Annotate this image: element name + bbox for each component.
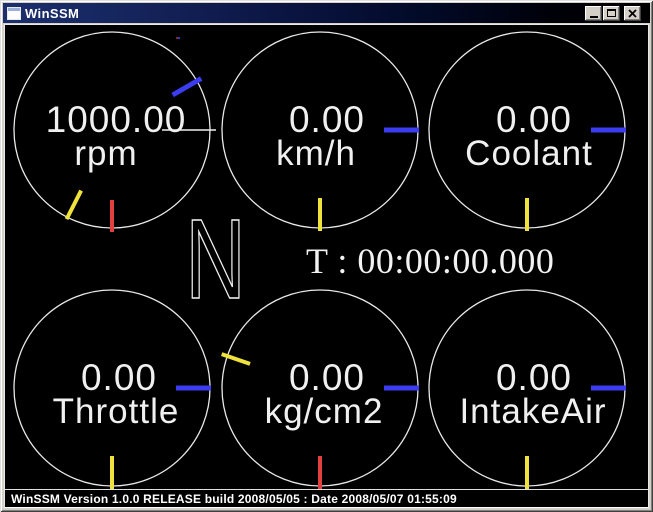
lap-timer: T : 00:00:00.000 (306, 240, 596, 282)
gauge-boost-dial: 0.00 kg/cm2 (214, 282, 426, 494)
gauge-throttle: 0.00 Throttle (6, 282, 218, 494)
minimize-button[interactable] (585, 6, 602, 21)
gauge-throttle-unit: Throttle (53, 392, 180, 431)
maximize-button[interactable] (603, 6, 620, 21)
app-icon[interactable] (7, 7, 21, 20)
winssm-window: WinSSM 1000.00 rpm 0.00 km/h (0, 0, 653, 512)
gauge-intakeair: 0.00 IntakeAir (421, 282, 633, 494)
maximize-icon (607, 9, 616, 17)
window-controls (585, 6, 641, 21)
gear-indicator-letter: N (185, 211, 245, 303)
gauge-speed-dial: 0.00 km/h (214, 24, 426, 236)
gauge-intakeair-unit: IntakeAir (459, 392, 606, 431)
gauge-coolant: 0.00 Coolant (421, 24, 633, 236)
status-bar: WinSSM Version 1.0.0 RELEASE build 2008/… (4, 489, 649, 508)
gauge-intakeair-dial: 0.00 IntakeAir (421, 282, 633, 494)
minimize-icon (590, 16, 598, 18)
gauge-boost: 0.00 kg/cm2 (214, 282, 426, 494)
gauge-throttle-dial: 0.00 Throttle (6, 282, 218, 494)
gauge-rpm-dial: 1000.00 rpm (6, 24, 218, 236)
gauge-speed: 0.00 km/h (214, 24, 426, 236)
window-title: WinSSM (25, 6, 79, 21)
gauge-coolant-unit: Coolant (465, 134, 593, 173)
title-bar[interactable]: WinSSM (3, 3, 650, 23)
close-icon (628, 9, 637, 18)
pixel-artifact (176, 37, 180, 39)
gauge-rpm-unit: rpm (74, 134, 137, 173)
gear-indicator: N (183, 211, 249, 303)
gauge-rpm: 1000.00 rpm (6, 24, 218, 236)
gauge-speed-unit: km/h (276, 134, 356, 173)
close-button[interactable] (624, 6, 641, 21)
status-text: WinSSM Version 1.0.0 RELEASE build 2008/… (5, 492, 457, 506)
gauge-boost-unit: kg/cm2 (265, 392, 384, 431)
gauge-coolant-dial: 0.00 Coolant (421, 24, 633, 236)
